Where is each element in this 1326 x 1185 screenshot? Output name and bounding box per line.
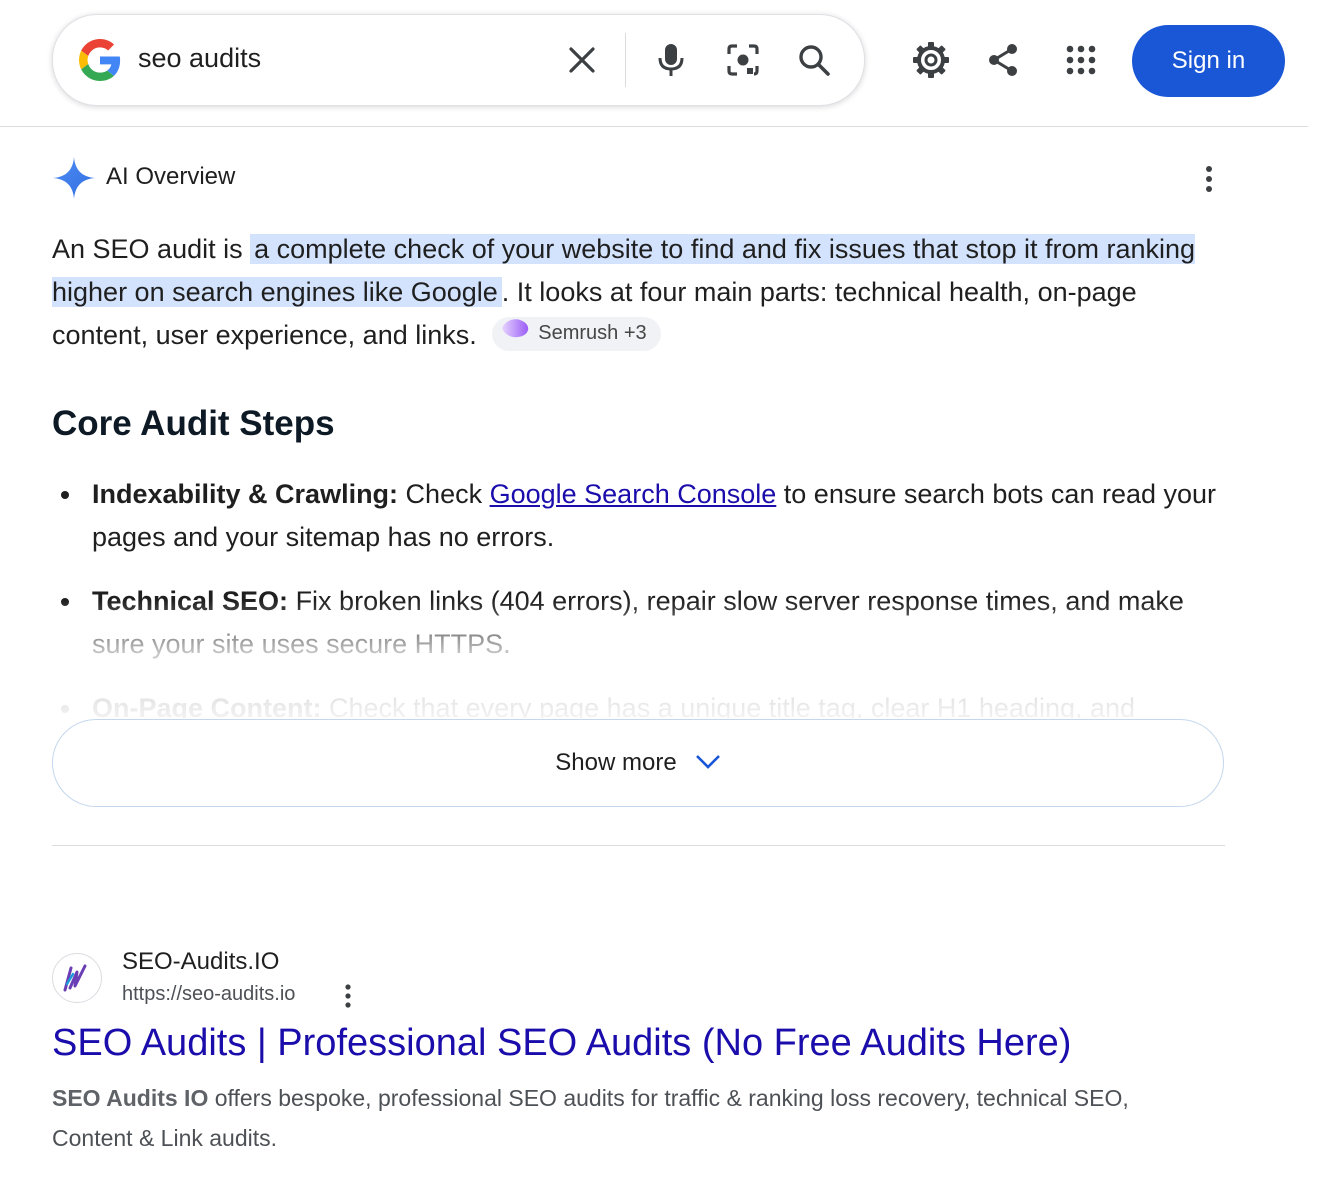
chevron-down-icon [695,749,721,777]
sparkle-icon [52,156,96,205]
result-title-link[interactable]: SEO Audits | Professional SEO Audits (No… [52,1022,1071,1065]
microphone-icon[interactable] [650,39,692,81]
search-input[interactable]: seo audits [138,43,261,74]
step-text: Check that every page has a unique title… [321,693,1136,718]
ai-overview-label: AI Overview [106,163,236,190]
bullet [61,491,69,499]
gear-icon[interactable] [909,38,953,82]
camera-lens-icon[interactable] [722,39,764,81]
google-search-console-link[interactable]: Google Search Console [490,479,777,509]
snippet-bold: SEO Audits IO [52,1085,209,1111]
list-item: Indexability & Crawling: Check Google Se… [52,473,1222,559]
source-chip-label: Semrush +3 [538,322,647,345]
step-title: Indexability & Crawling: [92,479,399,509]
ai-overview-summary: An SEO audit is a complete check of your… [52,228,1212,357]
show-more-label: Show more [555,749,677,776]
more-vert-icon[interactable] [338,983,358,1014]
list-item: On-Page Content: Check that every page h… [52,687,1222,718]
audit-steps-list: Indexability & Crawling: Check Google Se… [52,473,1222,718]
section-heading: Core Audit Steps [52,404,335,443]
bullet [61,598,69,606]
step-title: On-Page Content: [92,693,322,718]
search-divider [625,33,626,87]
close-icon[interactable] [561,39,603,81]
apps-grid-icon[interactable] [1059,38,1103,82]
share-icon[interactable] [981,38,1025,82]
site-favicon-icon[interactable] [52,953,102,1003]
section-divider [52,845,1225,846]
site-name[interactable]: SEO-Audits.IO [122,948,279,976]
source-chip[interactable]: Semrush +3 [492,316,661,351]
snippet-text: offers bespoke, professional SEO audits … [52,1085,1129,1151]
google-g-logo-icon [79,39,121,81]
sign-in-button[interactable]: Sign in [1132,25,1285,97]
summary-lead: An SEO audit is [52,234,251,264]
search-box[interactable]: seo audits [52,14,865,106]
result-snippet: SEO Audits IO offers bespoke, profession… [52,1078,1212,1158]
semrush-logo-icon [500,312,530,355]
show-more-button[interactable]: Show more [52,719,1224,807]
bullet [61,705,69,713]
search-icon[interactable] [793,39,835,81]
top-bar: seo audits Sign in [0,0,1308,127]
step-text: Check [398,479,490,509]
site-url[interactable]: https://seo-audits.io [122,983,295,1006]
more-vert-icon[interactable] [1196,164,1222,199]
list-item: Technical SEO: Fix broken links (404 err… [52,580,1222,666]
step-title: Technical SEO: [92,586,289,616]
